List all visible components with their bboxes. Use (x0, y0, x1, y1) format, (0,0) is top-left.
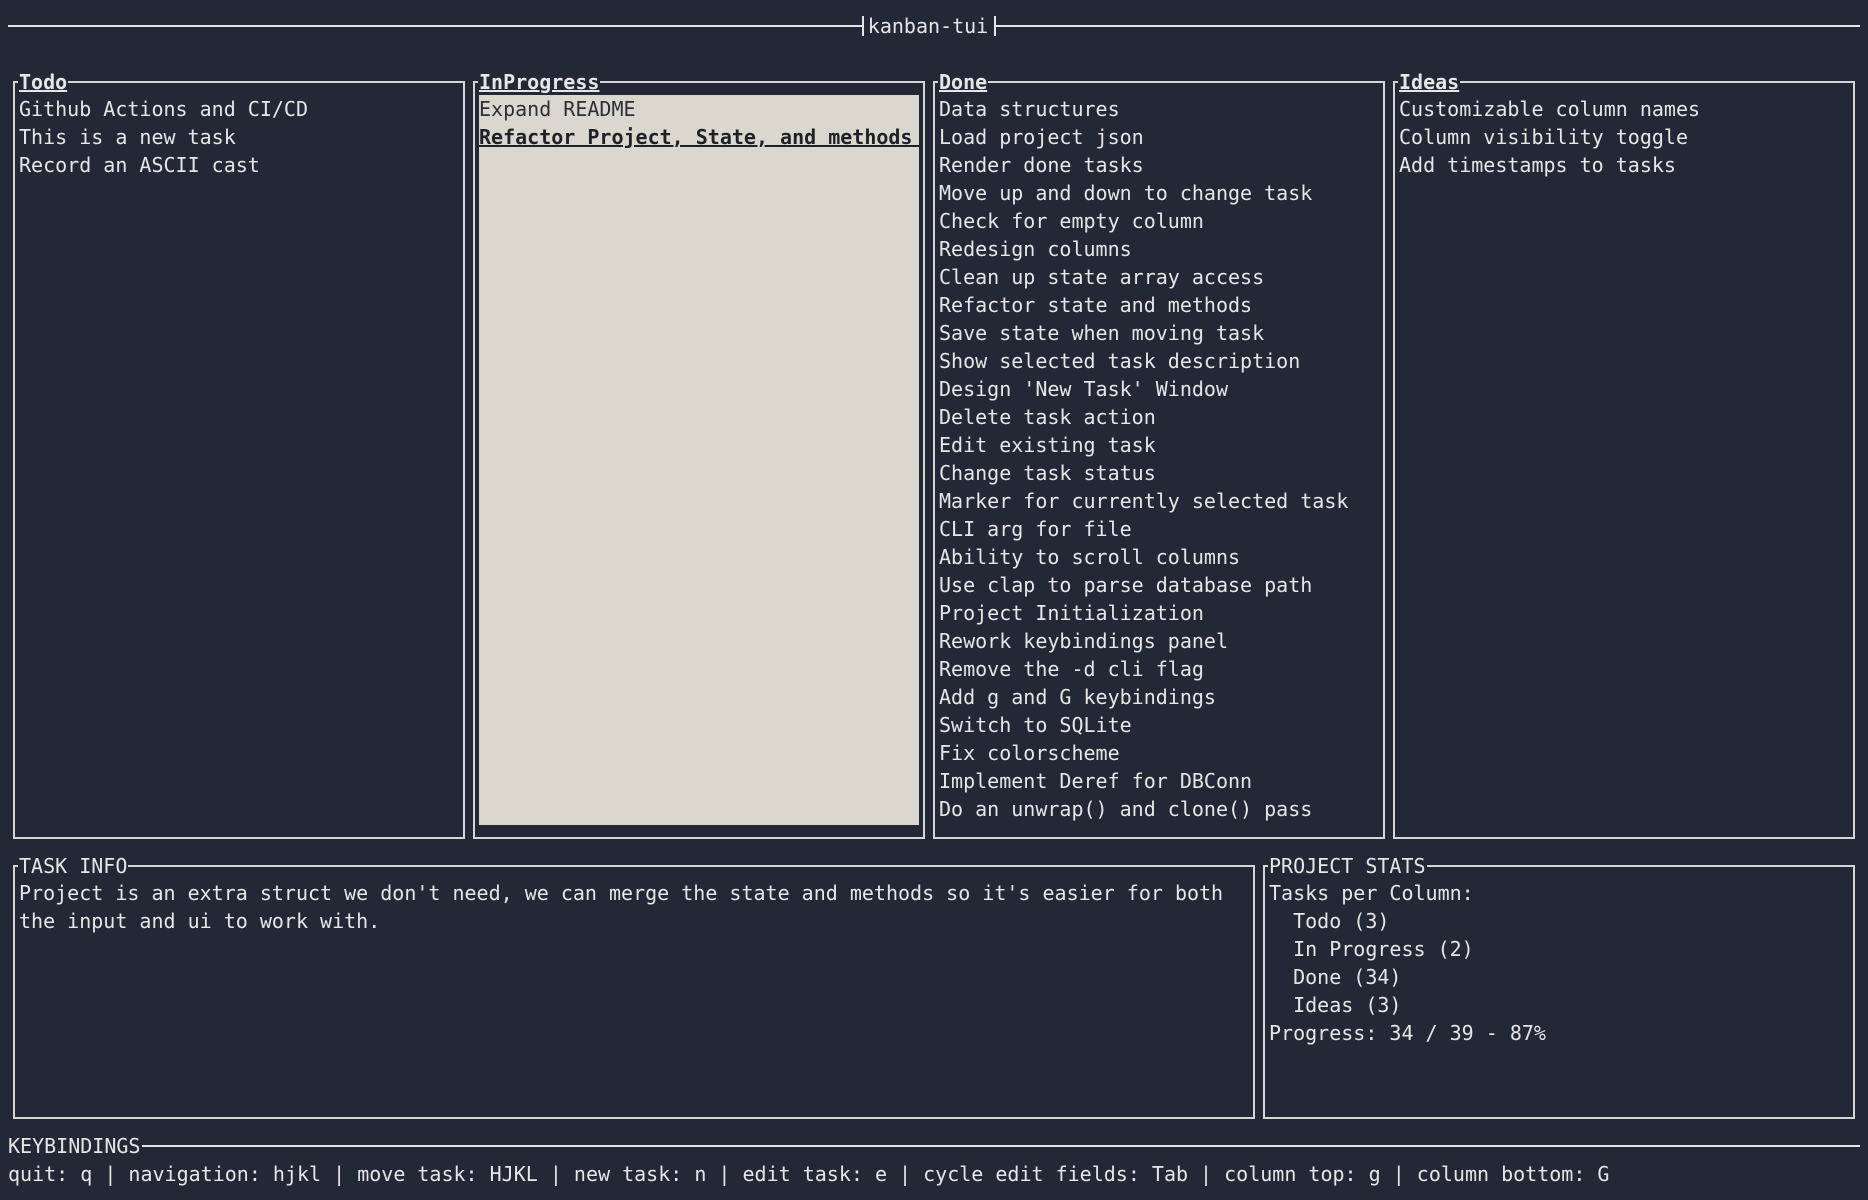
task-item[interactable]: Column visibility toggle (1399, 123, 1849, 151)
task-item[interactable]: Move up and down to change task (939, 179, 1379, 207)
task-item[interactable]: Implement Deref for DBConn (939, 767, 1379, 795)
column-done[interactable]: Done Data structures Load project json R… (933, 70, 1385, 839)
column-title-todo: Todo (18, 70, 69, 94)
task-item[interactable]: Github Actions and CI/CD (19, 95, 459, 123)
task-item[interactable]: Delete task action (939, 403, 1379, 431)
task-item[interactable]: Remove the -d cli flag (939, 655, 1379, 683)
task-item[interactable]: Edit existing task (939, 431, 1379, 459)
column-title-done: Done (938, 70, 989, 94)
task-item[interactable]: CLI arg for file (939, 515, 1379, 543)
column-todo[interactable]: Todo Github Actions and CI/CD This is a … (13, 70, 465, 839)
task-item[interactable]: Render done tasks (939, 151, 1379, 179)
task-item[interactable]: Show selected task description (939, 347, 1379, 375)
task-item[interactable]: Rework keybindings panel (939, 627, 1379, 655)
project-stats-panel: PROJECT STATS Tasks per Column: Todo (3)… (1263, 854, 1855, 1119)
task-item[interactable]: Data structures (939, 95, 1379, 123)
task-list-inprogress: Expand README Refactor Project, State, a… (479, 95, 919, 151)
stats-ideas-count: Ideas (3) (1269, 993, 1402, 1017)
task-info-panel: TASK INFO Project is an extra struct we … (13, 854, 1255, 1119)
task-item[interactable]: Marker for currently selected task (939, 487, 1379, 515)
task-item[interactable]: Customizable column names (1399, 95, 1849, 123)
task-item[interactable]: Ability to scroll columns (939, 543, 1379, 571)
task-item[interactable]: Add timestamps to tasks (1399, 151, 1849, 179)
keybindings-title: KEYBINDINGS (8, 1134, 143, 1158)
column-title-inprogress: InProgress (478, 70, 601, 94)
task-list-ideas: Customizable column names Column visibil… (1399, 95, 1849, 179)
stats-todo-count: Todo (3) (1269, 909, 1390, 933)
task-item[interactable]: Do an unwrap() and clone() pass (939, 795, 1379, 823)
task-list-todo: Github Actions and CI/CD This is a new t… (19, 95, 459, 179)
task-item[interactable]: Project Initialization (939, 599, 1379, 627)
task-item[interactable]: Refactor state and methods (939, 291, 1379, 319)
task-item[interactable]: Expand README (479, 95, 919, 123)
stats-inprogress-count: In Progress (2) (1269, 937, 1474, 961)
task-item[interactable]: Load project json (939, 123, 1379, 151)
task-info-title: TASK INFO (18, 854, 129, 878)
column-inprogress[interactable]: InProgress Expand README Refactor Projec… (473, 70, 925, 839)
task-item[interactable]: Clean up state array access (939, 263, 1379, 291)
app-title: kanban-tui (867, 14, 989, 38)
task-item[interactable]: Fix colorscheme (939, 739, 1379, 767)
task-item[interactable]: Use clap to parse database path (939, 571, 1379, 599)
stats-body: Tasks per Column: Todo (3) In Progress (… (1269, 879, 1849, 1047)
task-item[interactable]: Add g and G keybindings (939, 683, 1379, 711)
title-rule-right (996, 25, 1860, 27)
active-column-highlight (479, 95, 919, 825)
task-item[interactable]: Switch to SQLite (939, 711, 1379, 739)
task-item[interactable]: Record an ASCII cast (19, 151, 459, 179)
task-item[interactable]: Save state when moving task (939, 319, 1379, 347)
stats-progress: Progress: 34 / 39 - 87% (1269, 1021, 1546, 1045)
task-list-done: Data structures Load project json Render… (939, 95, 1379, 823)
stats-heading: Tasks per Column: (1269, 881, 1474, 905)
stats-done-count: Done (34) (1269, 965, 1402, 989)
keybindings-text: quit: q | navigation: hjkl | move task: … (8, 1162, 1610, 1186)
task-item[interactable]: Change task status (939, 459, 1379, 487)
title-rule-left (8, 25, 862, 27)
task-item[interactable]: This is a new task (19, 123, 459, 151)
column-title-ideas: Ideas (1398, 70, 1461, 94)
column-ideas[interactable]: Ideas Customizable column names Column v… (1393, 70, 1855, 839)
project-stats-title: PROJECT STATS (1268, 854, 1427, 878)
task-item[interactable]: Redesign columns (939, 235, 1379, 263)
task-description: Project is an extra struct we don't need… (19, 881, 1236, 933)
selected-task-item[interactable]: Refactor Project, State, and methods ★ (479, 123, 919, 151)
keybindings-rule (8, 1145, 1860, 1147)
task-item[interactable]: Check for empty column (939, 207, 1379, 235)
selected-task-label: Refactor Project, State, and methods (479, 125, 913, 149)
task-item[interactable]: Design 'New Task' Window (939, 375, 1379, 403)
